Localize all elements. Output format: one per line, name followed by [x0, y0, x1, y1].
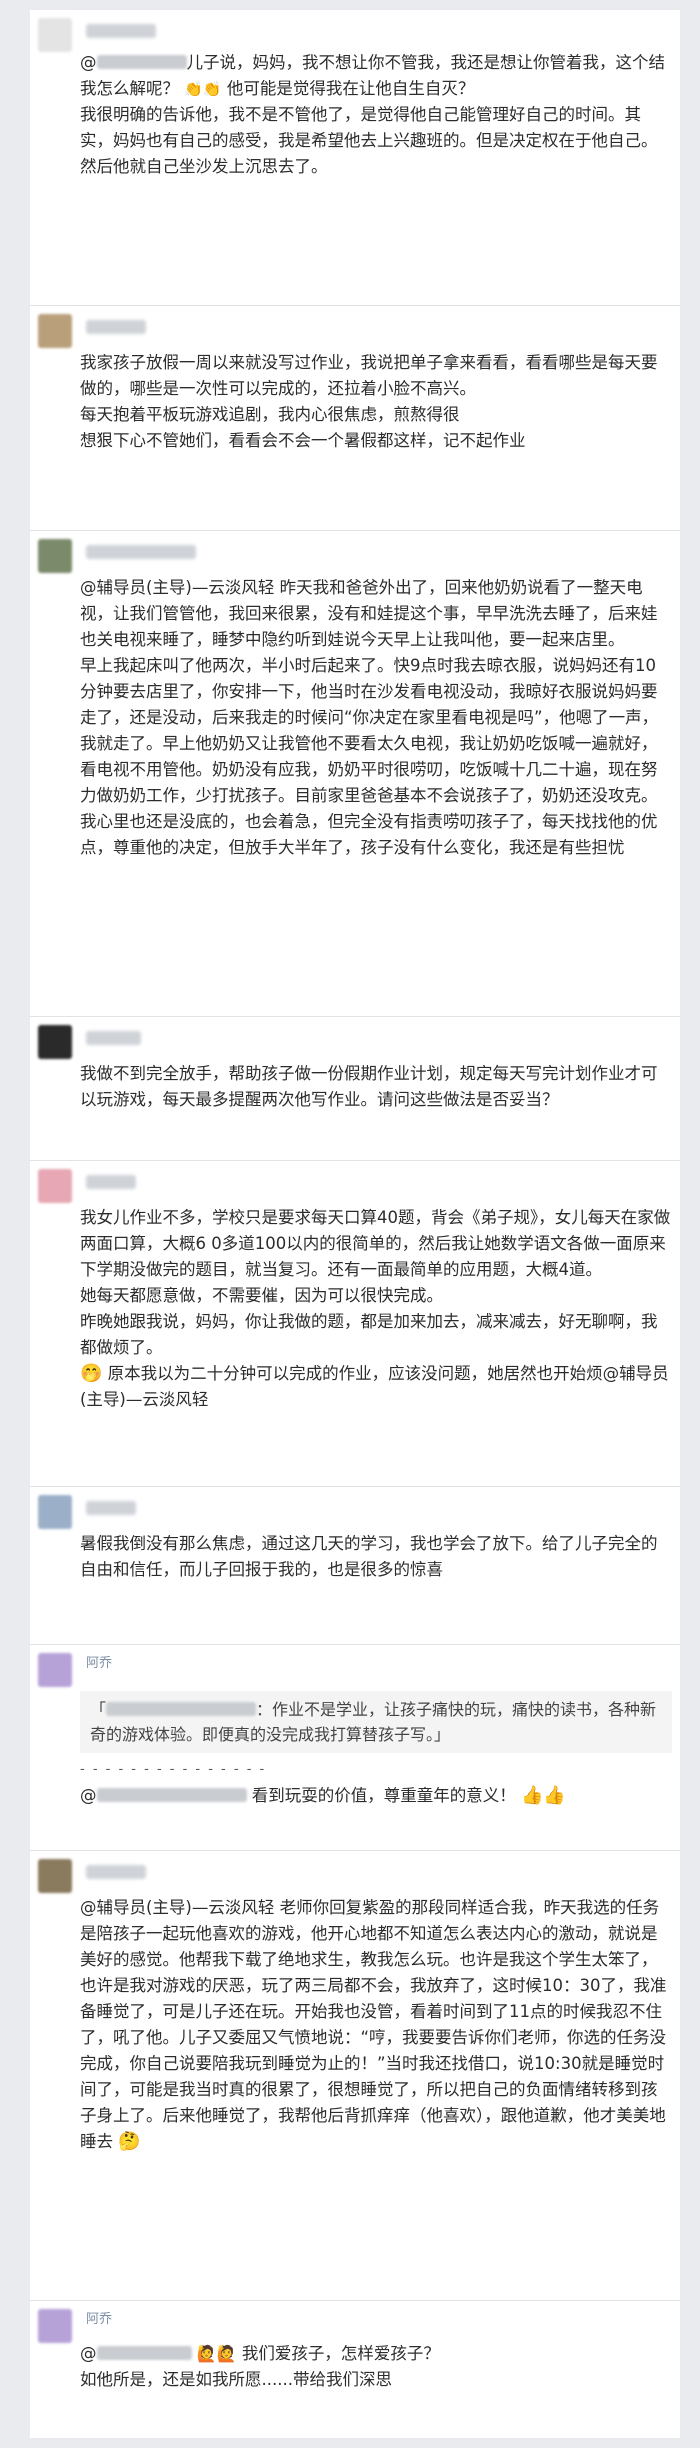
- person-emoji-icon: 🙋🙋: [196, 2344, 237, 2363]
- tongue-face-emoji-icon: 🤔: [118, 2131, 141, 2152]
- comment-text: @辅导员(主导)—云淡风轻 老师你回复紫盈的那段同样适合我，昨天我选的任务是陪孩…: [80, 1898, 667, 2151]
- comment-card: 我做不到完全放手，帮助孩子做一份假期作业计划，规定每天写完计划作业才可以玩游戏，…: [30, 1016, 680, 1161]
- username[interactable]: 阿乔: [86, 1655, 112, 1671]
- comment-text: 我们爱孩子，怎样爱孩子？: [241, 2344, 440, 2363]
- mention-blurred: [96, 2346, 192, 2360]
- comment-body: @ 儿子说，妈妈，我不想让你不管我，我还是想让你管着我，这个结我怎么解呢？ 👏👏 …: [80, 50, 672, 180]
- comment-body: 暑假我倒没有那么焦虑，通过这几天的学习，我也学会了放下。给了儿子完全的自由和信任…: [80, 1531, 672, 1583]
- cover-mouth-emoji-icon: 🤭: [80, 1363, 103, 1384]
- mention-blurred: [96, 55, 187, 69]
- avatar[interactable]: [38, 1169, 72, 1203]
- avatar[interactable]: [38, 314, 72, 348]
- avatar[interactable]: [38, 1653, 72, 1687]
- username[interactable]: [86, 1865, 146, 1879]
- comment-body: @辅导员(主导)—云淡风轻 老师你回复紫盈的那段同样适合我，昨天我选的任务是陪孩…: [80, 1895, 672, 2155]
- comment-text: 他可能是觉得我在让他自生自灭？: [226, 79, 475, 98]
- comment-card: 阿乔 @ 🙋🙋 我们爱孩子，怎样爱孩子？ 如他所是，还是如我所愿......带给…: [30, 2300, 680, 2439]
- comment-paragraph: @ 看到玩耍的价值，尊重童年的意义！ 👍👍: [80, 1785, 566, 1806]
- clapping-hands-icon: 👏👏: [184, 80, 222, 98]
- mention-blurred: [96, 1788, 247, 1802]
- comment-paragraph: 早上我起床叫了他两次，半小时后起来了。快9点时我去晾衣服，说妈妈还有10分钟要去…: [80, 656, 659, 805]
- comment-card: 暑假我倒没有那么焦虑，通过这几天的学习，我也学会了放下。给了儿子完全的自由和信任…: [30, 1486, 680, 1627]
- comment-body: 我女儿作业不多，学校只是要求每天口算40题，背会《弟子规》，女儿每天在家做两面口…: [80, 1205, 672, 1413]
- comment-paragraph: 我心里也还是没底的，也会着急，但完全没有指责唠叨孩子了，每天找找他的优点，尊重他…: [80, 812, 658, 857]
- comment-paragraph: 昨晚她跟我说，妈妈，你让我做的题，都是加来加去，减来减去，好无聊啊，我都做烦了。: [80, 1312, 658, 1357]
- comment-paragraph: 我很明确的告诉他，我不是不管他了，是觉得他自己能管理好自己的时间。其实，妈妈也有…: [80, 105, 658, 150]
- quoted-message: 「：作业不是学业，让孩子痛快的玩，痛快的读书，各种新奇的游戏体验。即便真的没完成…: [80, 1691, 672, 1753]
- comment-paragraph: @辅导员(主导)—云淡风轻 昨天我和爸爸外出了，回来他奶奶说看了一整天电视，让我…: [80, 578, 658, 649]
- comment-paragraph: 然后他就自己坐沙发上沉思去了。: [80, 157, 328, 176]
- quote-separator: - - - - - - - - - - - - - - -: [80, 1762, 267, 1777]
- comment-paragraph: @辅导员(主导)—云淡风轻 老师你回复紫盈的那段同样适合我，昨天我选的任务是陪孩…: [80, 1895, 672, 2155]
- avatar[interactable]: [38, 1859, 72, 1893]
- comment-card: @ 儿子说，妈妈，我不想让你不管我，我还是想让你管着我，这个结我怎么解呢？ 👏👏 …: [30, 10, 680, 286]
- comment-text: 原本我以为二十分钟可以完成的作业，应该没问题，她居然也开始烦@辅导员(主导)—云…: [80, 1364, 669, 1409]
- comment-paragraph: 想狠下心不管她们，看看会不会一个暑假都这样，记不起作业: [80, 431, 526, 450]
- username[interactable]: [86, 1031, 141, 1045]
- comment-body: 我家孩子放假一周以来就没写过作业，我说把单子拿来看看，看看哪些是每天要做的，哪些…: [80, 350, 672, 454]
- username[interactable]: [86, 1501, 136, 1515]
- username[interactable]: [86, 545, 196, 559]
- quoted-user-blurred: [106, 1702, 257, 1716]
- comment-body: @辅导员(主导)—云淡风轻 昨天我和爸爸外出了，回来他奶奶说看了一整天电视，让我…: [80, 575, 672, 861]
- comment-card: 阿乔 「：作业不是学业，让孩子痛快的玩，痛快的读书，各种新奇的游戏体验。即便真的…: [30, 1644, 680, 1850]
- comment-paragraph: 如他所是，还是如我所愿......带给我们深思: [80, 2370, 392, 2389]
- comment-body: 「：作业不是学业，让孩子痛快的玩，痛快的读书，各种新奇的游戏体验。即便真的没完成…: [80, 1685, 672, 1809]
- username[interactable]: [86, 320, 146, 334]
- comment-paragraph: 每天抱着平板玩游戏追剧，我内心很焦虑，煎熬得很: [80, 405, 460, 424]
- avatar[interactable]: [38, 1495, 72, 1529]
- comment-paragraph: 我做不到完全放手，帮助孩子做一份假期作业计划，规定每天写完计划作业才可以玩游戏，…: [80, 1064, 658, 1109]
- comment-feed: @ 儿子说，妈妈，我不想让你不管我，我还是想让你管着我，这个结我怎么解呢？ 👏👏 …: [30, 10, 680, 2438]
- comment-paragraph: 🤭 原本我以为二十分钟可以完成的作业，应该没问题，她居然也开始烦@辅导员(主导)…: [80, 1361, 672, 1413]
- username[interactable]: [86, 1175, 136, 1189]
- avatar[interactable]: [38, 1025, 72, 1059]
- comment-card: 我女儿作业不多，学校只是要求每天口算40题，背会《弟子规》，女儿每天在家做两面口…: [30, 1160, 680, 1471]
- comment-paragraph: 我女儿作业不多，学校只是要求每天口算40题，背会《弟子规》，女儿每天在家做两面口…: [80, 1208, 671, 1279]
- comment-paragraph: 暑假我倒没有那么焦虑，通过这几天的学习，我也学会了放下。给了儿子完全的自由和信任…: [80, 1534, 658, 1579]
- comment-paragraph: 她每天都愿意做，不需要催，因为可以很快完成。: [80, 1286, 443, 1305]
- comment-body: @ 🙋🙋 我们爱孩子，怎样爱孩子？ 如他所是，还是如我所愿......带给我们深…: [80, 2341, 672, 2393]
- username[interactable]: 阿乔: [86, 2311, 112, 2327]
- avatar[interactable]: [38, 539, 72, 573]
- avatar[interactable]: [38, 2309, 72, 2343]
- comment-body: 我做不到完全放手，帮助孩子做一份假期作业计划，规定每天写完计划作业才可以玩游戏，…: [80, 1061, 672, 1113]
- comment-card: @辅导员(主导)—云淡风轻 昨天我和爸爸外出了，回来他奶奶说看了一整天电视，让我…: [30, 530, 680, 1009]
- avatar[interactable]: [38, 18, 72, 52]
- comment-paragraph: @ 儿子说，妈妈，我不想让你不管我，我还是想让你管着我，这个结我怎么解呢？ 👏👏 …: [80, 53, 665, 98]
- username[interactable]: [86, 24, 156, 38]
- comment-paragraph: 我家孩子放假一周以来就没写过作业，我说把单子拿来看看，看看哪些是每天要做的，哪些…: [80, 353, 658, 398]
- comment-text: 看到玩耍的价值，尊重童年的意义！: [251, 1786, 516, 1805]
- comment-card: 我家孩子放假一周以来就没写过作业，我说把单子拿来看看，看看哪些是每天要做的，哪些…: [30, 305, 680, 506]
- thumbs-up-icon: 👍👍: [521, 1785, 566, 1806]
- comment-card: @辅导员(主导)—云淡风轻 老师你回复紫盈的那段同样适合我，昨天我选的任务是陪孩…: [30, 1850, 680, 2274]
- comment-paragraph: @ 🙋🙋 我们爱孩子，怎样爱孩子？: [80, 2344, 440, 2363]
